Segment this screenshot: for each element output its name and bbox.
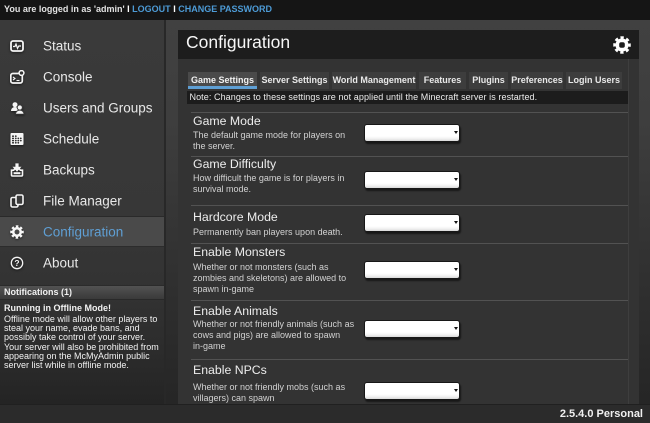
svg-text:?: ?	[14, 258, 19, 268]
